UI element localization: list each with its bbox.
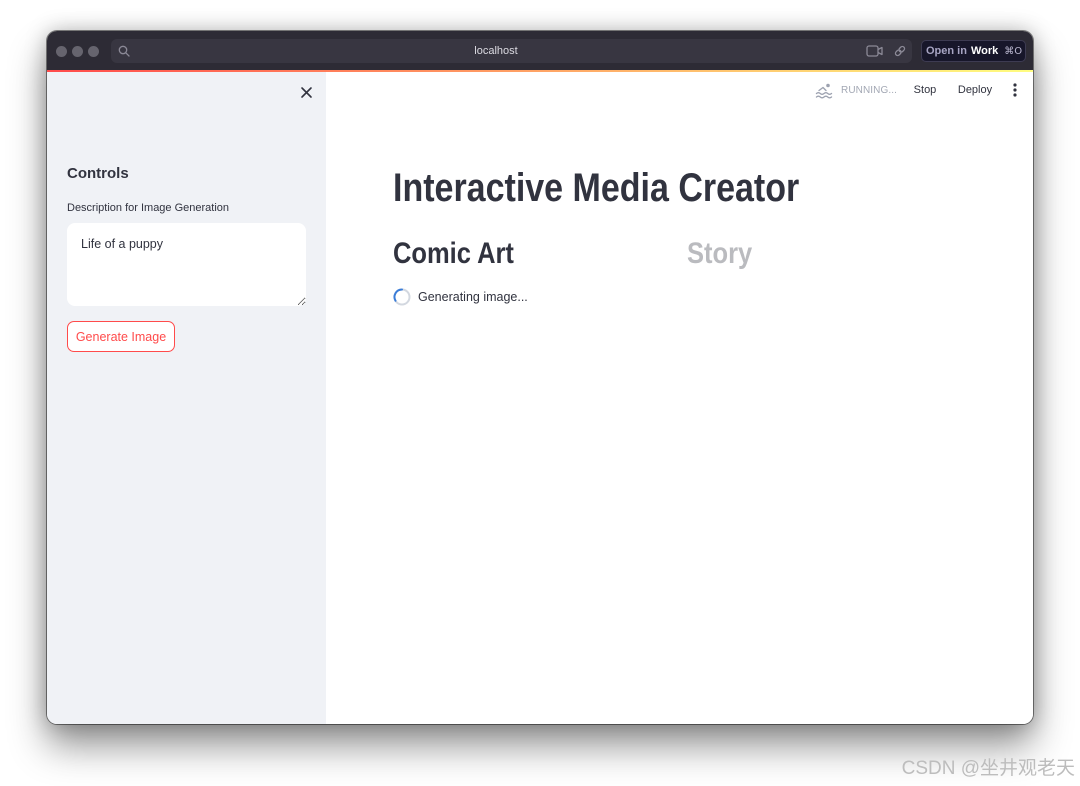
- sidebar-title: Controls: [67, 165, 129, 182]
- sidebar: Controls Description for Image Generatio…: [47, 72, 326, 724]
- browser-titlebar: localhost Open in Work ⌘O: [47, 31, 1033, 70]
- column-comic-art: Comic Art Generating image...: [393, 236, 671, 316]
- capture-icon[interactable]: [866, 44, 883, 58]
- close-icon: [300, 86, 312, 98]
- open-in-work-button[interactable]: Open in Work ⌘O: [921, 40, 1026, 62]
- minimize-window-button[interactable]: [72, 46, 83, 57]
- url-text[interactable]: localhost: [441, 44, 551, 58]
- spinner-icon: [393, 288, 411, 306]
- more-vertical-icon: [1013, 83, 1017, 97]
- open-in-target: Work: [970, 45, 999, 57]
- description-label: Description for Image Generation: [67, 202, 230, 214]
- open-in-prefix: Open in: [926, 45, 967, 57]
- page-title: Interactive Media Creator: [393, 166, 800, 210]
- spinner-text: Generating image...: [418, 290, 528, 304]
- browser-window: localhost Open in Work ⌘O Controls Descr…: [47, 31, 1033, 724]
- story-heading: Story: [687, 237, 753, 270]
- main-content: RUNNING... Stop Deploy Interactive Media…: [326, 72, 1033, 724]
- main-menu-button[interactable]: [1005, 77, 1025, 103]
- address-bar[interactable]: localhost: [111, 39, 912, 63]
- stop-button[interactable]: Stop: [906, 77, 944, 103]
- sidebar-close-button[interactable]: [299, 85, 313, 99]
- watermark: CSDN @坐井观老天: [901, 758, 1075, 779]
- running-status-text: RUNNING...: [841, 85, 897, 96]
- comic-art-heading: Comic Art: [393, 237, 514, 270]
- search-icon: [118, 45, 130, 57]
- generate-image-button[interactable]: Generate Image: [67, 321, 175, 352]
- running-icon: [815, 83, 833, 99]
- column-story: Story: [687, 236, 965, 316]
- zoom-window-button[interactable]: [88, 46, 99, 57]
- open-in-shortcut: ⌘O: [1004, 45, 1023, 57]
- close-window-button[interactable]: [56, 46, 67, 57]
- link-icon[interactable]: [893, 44, 907, 58]
- description-textarea[interactable]: Life of a puppy: [67, 223, 306, 306]
- deploy-button[interactable]: Deploy: [950, 77, 1000, 103]
